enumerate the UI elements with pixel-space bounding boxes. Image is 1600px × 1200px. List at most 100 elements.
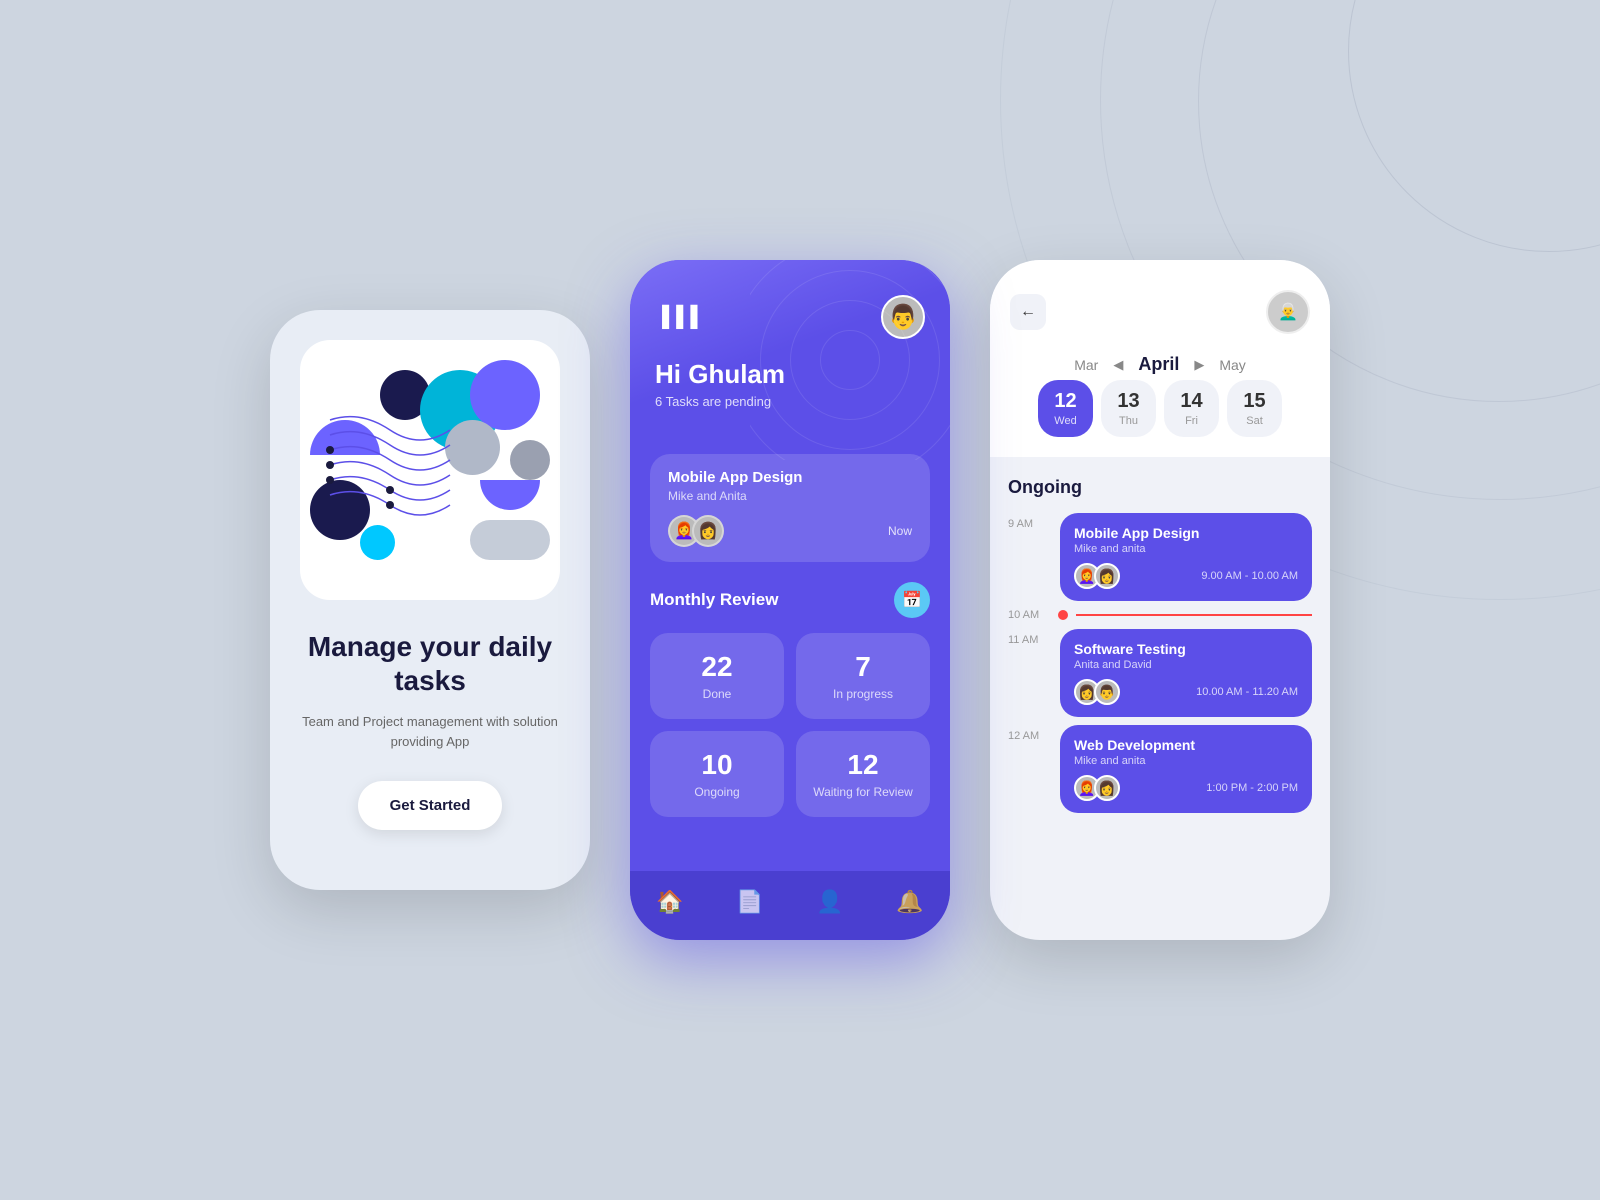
onboarding-subtitle: Team and Project management with solutio… <box>295 712 565 751</box>
artwork-panel <box>300 340 560 600</box>
time-label-12am: 12 AM <box>1008 725 1050 742</box>
calendar-header: ← 👨‍🦳 Mar ◀ April ▶ May 12 Wed 13 T <box>990 260 1330 457</box>
date-day-14: Fri <box>1185 415 1198 427</box>
wave-lines-icon <box>320 400 460 560</box>
date-13[interactable]: 13 Thu <box>1101 380 1156 437</box>
task-card[interactable]: Mobile App Design Mike and Anita 👩‍🦰 👩 N… <box>650 454 930 562</box>
wave-ring-5 <box>820 330 880 390</box>
event-card-web-dev[interactable]: Web Development Mike and anita 👩‍🦰 👩 1:0… <box>1060 725 1312 813</box>
stat-ongoing-num: 10 <box>665 749 769 781</box>
avatar-anita-wd: 👩 <box>1094 775 1120 801</box>
stat-done: 22 Done <box>650 633 784 719</box>
shape-gray2-circle <box>510 440 550 480</box>
stat-ongoing: 10 Ongoing <box>650 731 784 817</box>
event-sub-software-testing: Anita and David <box>1074 659 1298 671</box>
avatar-david-st: 👨 <box>1094 679 1120 705</box>
shape-gray-rect <box>470 520 550 560</box>
back-button[interactable]: ← <box>1010 294 1046 330</box>
event-avatars-software-testing: 👩 👨 <box>1074 679 1114 705</box>
phone1-onboarding: Manage your daily tasks Team and Project… <box>270 310 590 890</box>
review-title: Monthly Review <box>650 590 778 610</box>
stat-ongoing-label: Ongoing <box>665 785 769 799</box>
task-footer: 👩‍🦰 👩 Now <box>668 515 912 547</box>
dashboard-content: Mobile App Design Mike and Anita 👩‍🦰 👩 N… <box>630 434 950 871</box>
date-15[interactable]: 15 Sat <box>1227 380 1282 437</box>
stat-done-label: Done <box>665 687 769 701</box>
calendar-top-row: ← 👨‍🦳 <box>1010 290 1310 334</box>
phones-container: Manage your daily tasks Team and Project… <box>270 260 1330 940</box>
event-time-web-dev: 1:00 PM - 2:00 PM <box>1206 782 1298 794</box>
bar-chart-icon: ▐▐▐ <box>655 306 698 329</box>
task-avatars: 👩‍🦰 👩 <box>668 515 716 547</box>
task-title: Mobile App Design <box>668 469 912 486</box>
progress-line <box>1076 614 1312 616</box>
phone2-dashboard: ▐▐▐ 👨 Hi Ghulam 6 Tasks are pending Mobi… <box>630 260 950 940</box>
calendar-icon-button[interactable]: 📅 <box>894 582 930 618</box>
event-time-software-testing: 10.00 AM - 11.20 AM <box>1196 686 1298 698</box>
event-title-web-dev: Web Development <box>1074 737 1298 753</box>
event-title-mobile-app: Mobile App Design <box>1074 525 1298 541</box>
stat-waiting-label: Waiting for Review <box>811 785 915 799</box>
calendar-avatar-icon: 👨‍🦳 <box>1278 302 1298 322</box>
progress-indicator-row: 10 AM <box>1008 609 1312 621</box>
onboarding-text: Manage your daily tasks Team and Project… <box>295 630 565 751</box>
event-avatars-mobile-app: 👩‍🦰 👩 <box>1074 563 1114 589</box>
shape-purple-circle <box>470 360 540 430</box>
user-avatar-calendar[interactable]: 👨‍🦳 <box>1266 290 1310 334</box>
date-14[interactable]: 14 Fri <box>1164 380 1219 437</box>
avatar-anita-cal: 👩 <box>1094 563 1120 589</box>
date-num-12: 12 <box>1054 390 1076 413</box>
phone3-calendar: ← 👨‍🦳 Mar ◀ April ▶ May 12 Wed 13 T <box>990 260 1330 940</box>
date-num-14: 14 <box>1180 390 1202 413</box>
event-time-mobile-app: 9.00 AM - 10.00 AM <box>1201 570 1298 582</box>
time-label-11am: 11 AM <box>1008 629 1050 646</box>
event-footer-software-testing: 👩 👨 10.00 AM - 11.20 AM <box>1074 679 1298 705</box>
stat-done-num: 22 <box>665 651 769 683</box>
event-sub-web-dev: Mike and anita <box>1074 755 1298 767</box>
dashboard-header: ▐▐▐ 👨 Hi Ghulam 6 Tasks are pending <box>630 260 950 434</box>
date-num-13: 13 <box>1117 390 1139 413</box>
nav-profile-icon[interactable]: 👤 <box>816 889 843 915</box>
review-section: Monthly Review 📅 22 Done 7 In progress 1… <box>650 582 930 817</box>
event-footer-web-dev: 👩‍🦰 👩 1:00 PM - 2:00 PM <box>1074 775 1298 801</box>
event-sub-mobile-app: Mike and anita <box>1074 543 1298 555</box>
event-title-software-testing: Software Testing <box>1074 641 1298 657</box>
event-avatars-web-dev: 👩‍🦰 👩 <box>1074 775 1114 801</box>
event-row-software-testing: 11 AM Software Testing Anita and David 👩… <box>1008 629 1312 717</box>
month-navigation: Mar ◀ April ▶ May <box>1010 354 1310 375</box>
date-day-12: Wed <box>1054 415 1076 427</box>
stat-waiting-num: 12 <box>811 749 915 781</box>
shape-purple2-semicircle <box>480 480 540 510</box>
time-label-10am-progress: 10 AM <box>1008 609 1050 621</box>
get-started-button[interactable]: Get Started <box>358 781 503 830</box>
stat-inprogress-num: 7 <box>811 651 915 683</box>
event-row-web-dev: 12 AM Web Development Mike and anita 👩‍🦰… <box>1008 725 1312 813</box>
date-day-15: Sat <box>1246 415 1263 427</box>
current-month: April <box>1138 354 1179 375</box>
stat-inprogress-label: In progress <box>811 687 915 701</box>
date-day-13: Thu <box>1119 415 1138 427</box>
event-footer-mobile-app: 👩‍🦰 👩 9.00 AM - 10.00 AM <box>1074 563 1298 589</box>
event-card-software-testing[interactable]: Software Testing Anita and David 👩 👨 10.… <box>1060 629 1312 717</box>
progress-dot <box>1058 610 1068 620</box>
next-month-button[interactable]: May <box>1219 357 1245 373</box>
avatar-anita: 👩 <box>692 515 724 547</box>
dates-row: 12 Wed 13 Thu 14 Fri 15 Sat <box>1010 380 1310 437</box>
bottom-navigation: 🏠 📄 👤 🔔 <box>630 871 950 940</box>
stats-grid: 22 Done 7 In progress 10 Ongoing 12 Wait… <box>650 633 930 817</box>
nav-docs-icon[interactable]: 📄 <box>736 889 763 915</box>
date-12[interactable]: 12 Wed <box>1038 380 1093 437</box>
event-card-mobile-app[interactable]: Mobile App Design Mike and anita 👩‍🦰 👩 9… <box>1060 513 1312 601</box>
task-time: Now <box>888 524 912 538</box>
ongoing-title: Ongoing <box>1008 477 1312 498</box>
date-num-15: 15 <box>1243 390 1265 413</box>
onboarding-title: Manage your daily tasks <box>295 630 565 697</box>
header-wave-decoration <box>750 260 950 460</box>
time-label-9am: 9 AM <box>1008 513 1050 530</box>
nav-home-icon[interactable]: 🏠 <box>656 889 683 915</box>
review-header: Monthly Review 📅 <box>650 582 930 618</box>
prev-month-button[interactable]: Mar <box>1074 357 1098 373</box>
task-subtitle: Mike and Anita <box>668 489 912 503</box>
nav-bell-icon[interactable]: 🔔 <box>896 889 923 915</box>
calendar-content: Ongoing 9 AM Mobile App Design Mike and … <box>990 457 1330 940</box>
